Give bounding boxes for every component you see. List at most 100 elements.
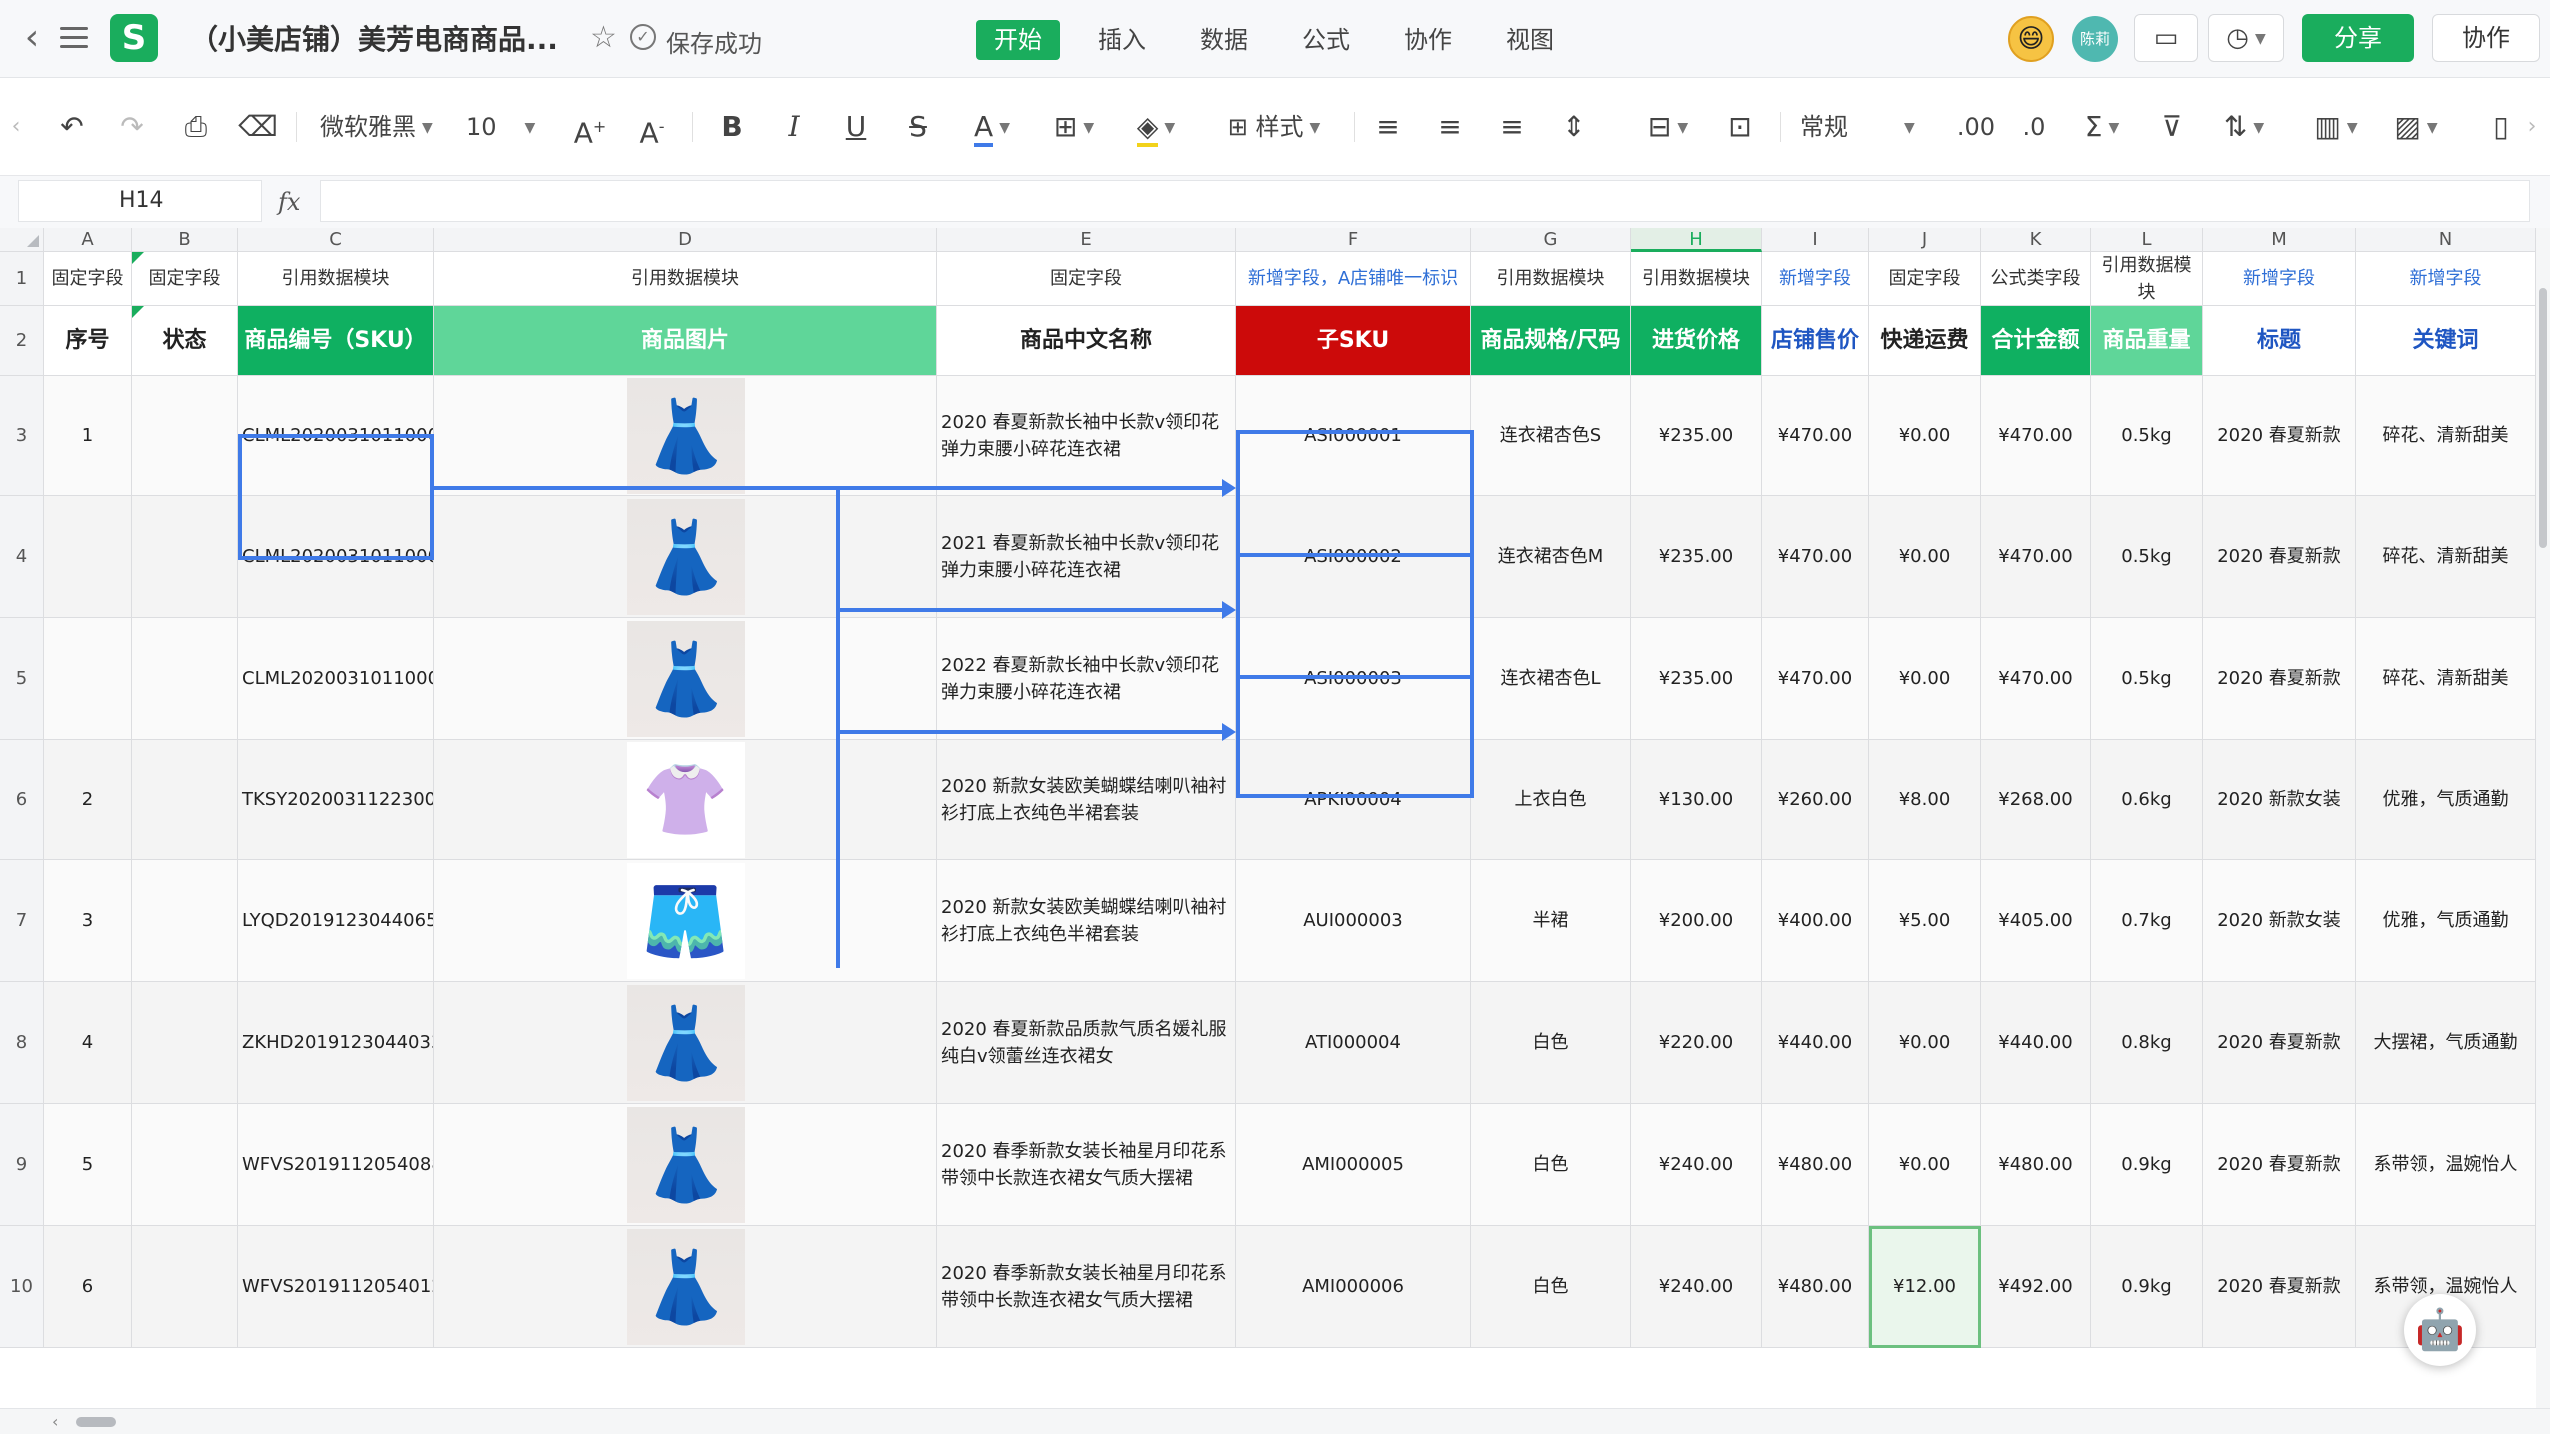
cell-shipping[interactable]: ¥0.00 (1869, 376, 1981, 496)
cell-name[interactable]: 2020 春季新款女装长袖星月印花系带领中长款连衣裙女气质大摆裙 (937, 1226, 1236, 1348)
column-title-cell[interactable]: 商品规格/尺码 (1471, 306, 1631, 376)
cell-title[interactable]: 2020 春夏新款 (2203, 618, 2356, 740)
product-image-cell[interactable]: 👗 (434, 496, 937, 618)
cell-total[interactable]: ¥405.00 (1981, 860, 2091, 982)
cell-status[interactable] (132, 982, 238, 1104)
cell-seq[interactable]: 4 (44, 982, 132, 1104)
cell-seq[interactable]: 1 (44, 376, 132, 496)
column-title-cell[interactable]: 店铺售价 (1762, 306, 1869, 376)
vertical-scroll-thumb[interactable] (2539, 288, 2547, 548)
field-type-cell[interactable]: 新增字段 (2203, 252, 2356, 306)
column-header-g[interactable]: G (1471, 228, 1631, 252)
product-image[interactable]: 👗 (626, 499, 745, 615)
product-image[interactable]: 👗 (626, 1229, 745, 1345)
cell-spec[interactable]: 白色 (1471, 1226, 1631, 1348)
document-title[interactable]: （小美店铺）美芳电商商品... (190, 18, 558, 58)
field-type-cell[interactable]: 引用数据模块 (434, 252, 937, 306)
scroll-left-icon[interactable]: ‹ (6, 104, 26, 150)
cell-price[interactable]: ¥480.00 (1762, 1226, 1869, 1348)
cell-price[interactable]: ¥470.00 (1762, 496, 1869, 618)
format-painter-icon[interactable]: ⎙ (176, 104, 216, 150)
cell-price[interactable]: ¥480.00 (1762, 1104, 1869, 1226)
font-size-select[interactable]: 10 ▼ (466, 104, 550, 150)
cell-title[interactable]: 2020 春夏新款 (2203, 1104, 2356, 1226)
cell-weight[interactable]: 0.6kg (2091, 740, 2203, 860)
cell-name[interactable]: 2021 春夏新款长袖中长款v领印花弹力束腰小碎花连衣裙 (937, 496, 1236, 618)
cell-sku[interactable]: CLML2020031011000 (238, 618, 434, 740)
cell-spec[interactable]: 连衣裙杏色S (1471, 376, 1631, 496)
cell-name[interactable]: 2020 春夏新款长袖中长款v领印花弹力束腰小碎花连衣裙 (937, 376, 1236, 496)
cell-cost[interactable]: ¥130.00 (1631, 740, 1762, 860)
product-image[interactable]: 👗 (626, 1107, 745, 1223)
star-icon[interactable]: ☆ (590, 22, 622, 54)
product-image[interactable]: 🩳 (626, 863, 745, 979)
column-title-cell[interactable]: 快递运费 (1869, 306, 1981, 376)
cell-spec[interactable]: 半裙 (1471, 860, 1631, 982)
cell-name[interactable]: 2020 春夏新款品质款气质名媛礼服纯白v领蕾丝连衣裙女 (937, 982, 1236, 1104)
column-title-cell[interactable]: 子SKU (1236, 306, 1471, 376)
cell-title[interactable]: 2020 新款女装 (2203, 860, 2356, 982)
cell-cost[interactable]: ¥235.00 (1631, 496, 1762, 618)
cell-seq[interactable] (44, 618, 132, 740)
product-image-cell[interactable]: 👗 (434, 376, 937, 496)
cell-weight[interactable]: 0.5kg (2091, 496, 2203, 618)
scroll-right-icon[interactable]: › (2522, 104, 2542, 150)
sort-icon[interactable]: ⇅ ▼ (2214, 104, 2274, 150)
cell-seq[interactable]: 3 (44, 860, 132, 982)
style-dropdown[interactable]: ⊞ 样式 ▼ (1212, 104, 1336, 150)
assistant-icon[interactable]: 🤖 (2404, 1294, 2476, 1366)
row-header-1[interactable]: 1 (0, 252, 44, 306)
product-image-cell[interactable]: 👗 (434, 618, 937, 740)
cell-weight[interactable]: 0.8kg (2091, 982, 2203, 1104)
column-title-cell[interactable]: 状态 (132, 306, 238, 376)
cell-sub_sku[interactable]: ATI000004 (1236, 982, 1471, 1104)
cell-shipping[interactable]: ¥0.00 (1869, 618, 1981, 740)
field-type-cell[interactable]: 新增字段，A店铺唯一标识 (1236, 252, 1471, 306)
column-header-k[interactable]: K (1981, 228, 2091, 252)
menu-icon[interactable] (56, 20, 92, 56)
cell-sku[interactable]: WFVS2019112054088 (238, 1104, 434, 1226)
column-header-c[interactable]: C (238, 228, 434, 252)
cell-name[interactable]: 2022 春夏新款长袖中长款v领印花弹力束腰小碎花连衣裙 (937, 618, 1236, 740)
back-icon[interactable]: ‹ (14, 20, 50, 56)
cell-weight[interactable]: 0.5kg (2091, 376, 2203, 496)
align-right-icon[interactable]: ≡ (1492, 104, 1532, 150)
field-type-cell[interactable]: 公式类字段 (1981, 252, 2091, 306)
cell-weight[interactable]: 0.5kg (2091, 618, 2203, 740)
cell-cost[interactable]: ¥235.00 (1631, 376, 1762, 496)
cell-price[interactable]: ¥470.00 (1762, 376, 1869, 496)
cell-weight[interactable]: 0.9kg (2091, 1226, 2203, 1348)
row-header-8[interactable]: 8 (0, 982, 44, 1104)
product-image-cell[interactable]: 🩳 (434, 860, 937, 982)
cell-spec[interactable]: 白色 (1471, 1104, 1631, 1226)
cell-cost[interactable]: ¥235.00 (1631, 618, 1762, 740)
cell-status[interactable] (132, 740, 238, 860)
cell-shipping[interactable]: ¥0.00 (1869, 496, 1981, 618)
cell-shipping[interactable]: ¥5.00 (1869, 860, 1981, 982)
decrease-decimal-icon[interactable]: .0 (2014, 104, 2054, 150)
cell-seq[interactable] (44, 496, 132, 618)
row-header-7[interactable]: 7 (0, 860, 44, 982)
redo-icon[interactable]: ↷ (112, 104, 152, 150)
share-button[interactable]: 分享 (2302, 14, 2414, 62)
present-icon[interactable]: ▭ (2134, 14, 2198, 62)
cell-sku[interactable]: ZKHD2019123044033 (238, 982, 434, 1104)
underline-icon[interactable]: U (836, 104, 876, 150)
cell-total[interactable]: ¥268.00 (1981, 740, 2091, 860)
fx-icon[interactable]: fx (278, 182, 314, 222)
tab-collaborate[interactable]: 协作 (1386, 20, 1470, 60)
product-image-cell[interactable]: 👚 (434, 740, 937, 860)
product-image[interactable]: 👗 (626, 985, 745, 1101)
field-type-cell[interactable]: 新增字段 (1762, 252, 1869, 306)
cell-shipping[interactable]: ¥0.00 (1869, 1104, 1981, 1226)
column-title-cell[interactable]: 序号 (44, 306, 132, 376)
column-header-d[interactable]: D (434, 228, 937, 252)
vertical-scrollbar[interactable] (2536, 228, 2550, 1408)
emoji-avatar-icon[interactable]: 😄 (2008, 16, 2054, 62)
wrap-icon[interactable]: ⊡ (1720, 104, 1760, 150)
cell-title[interactable]: 2020 春夏新款 (2203, 496, 2356, 618)
product-image-cell[interactable]: 👗 (434, 1226, 937, 1348)
bold-icon[interactable]: B (712, 104, 752, 150)
cell-keywords[interactable]: 优雅，气质通勤 (2356, 860, 2536, 982)
cell-spec[interactable]: 白色 (1471, 982, 1631, 1104)
